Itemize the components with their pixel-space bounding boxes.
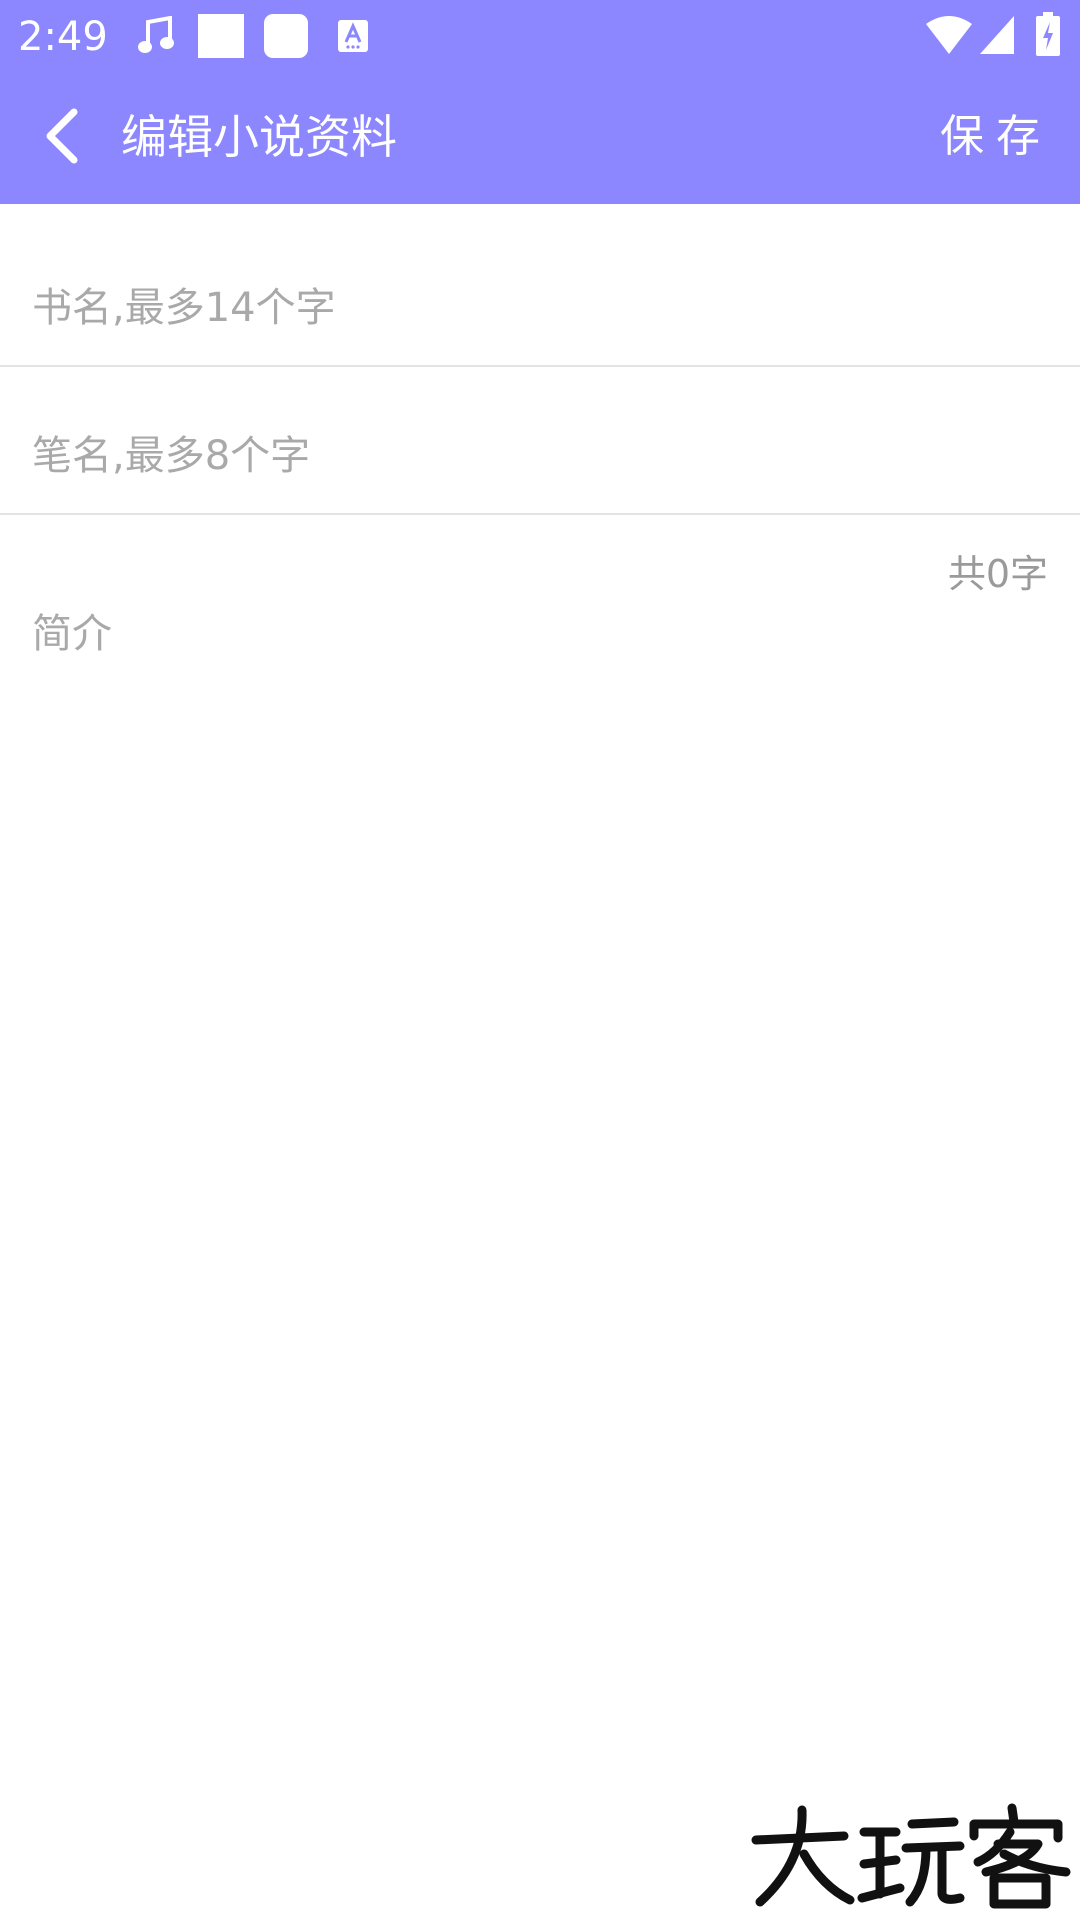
battery-charging-icon — [1036, 12, 1060, 60]
wifi-icon — [926, 16, 972, 58]
intro-textarea[interactable] — [0, 594, 1080, 1694]
back-button[interactable] — [22, 98, 102, 178]
book-title-input[interactable] — [0, 250, 1080, 366]
app-screen: 2:49 编辑小说资料 保存 书名,最多14个字 笔名,最多8个字 共0字 简介 — [0, 0, 1080, 1920]
rounded-square-icon — [264, 14, 308, 62]
divider — [0, 513, 1080, 515]
status-bar: 2:49 — [0, 0, 1080, 74]
status-time: 2:49 — [18, 14, 108, 60]
app-bar: 编辑小说资料 保存 — [0, 74, 1080, 204]
back-arrow-icon — [42, 108, 82, 168]
pen-name-input[interactable] — [0, 398, 1080, 514]
watermark-logo — [746, 1802, 1076, 1912]
music-note-icon — [138, 15, 174, 60]
keyboard-a-icon — [338, 20, 368, 56]
page-title: 编辑小说资料 — [121, 110, 397, 164]
char-count-label: 共0字 — [947, 552, 1048, 596]
cell-signal-icon — [980, 16, 1014, 58]
save-button[interactable]: 保存 — [940, 106, 1052, 168]
divider — [0, 365, 1080, 367]
square-icon — [198, 14, 244, 62]
